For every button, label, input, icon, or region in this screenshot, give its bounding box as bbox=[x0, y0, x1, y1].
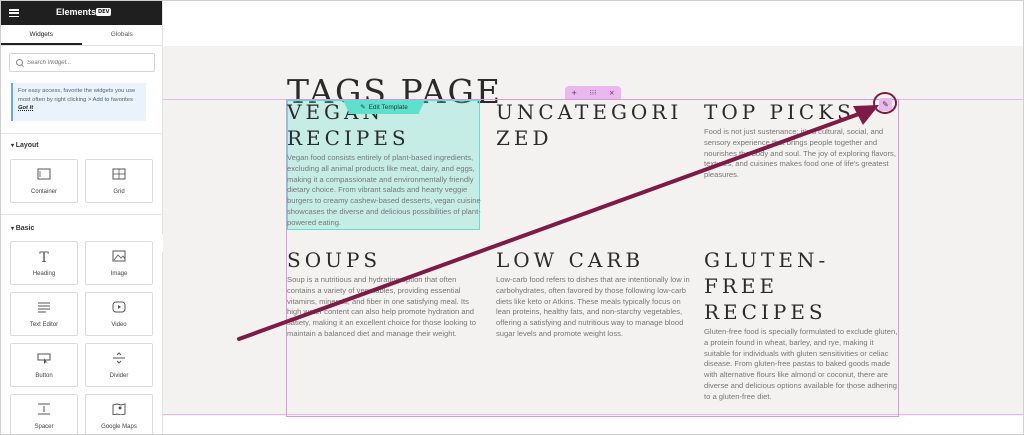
annotation-arrow bbox=[237, 105, 879, 341]
window-frame: Elements DEV Widgets Globals For easy ac… bbox=[0, 0, 1024, 435]
